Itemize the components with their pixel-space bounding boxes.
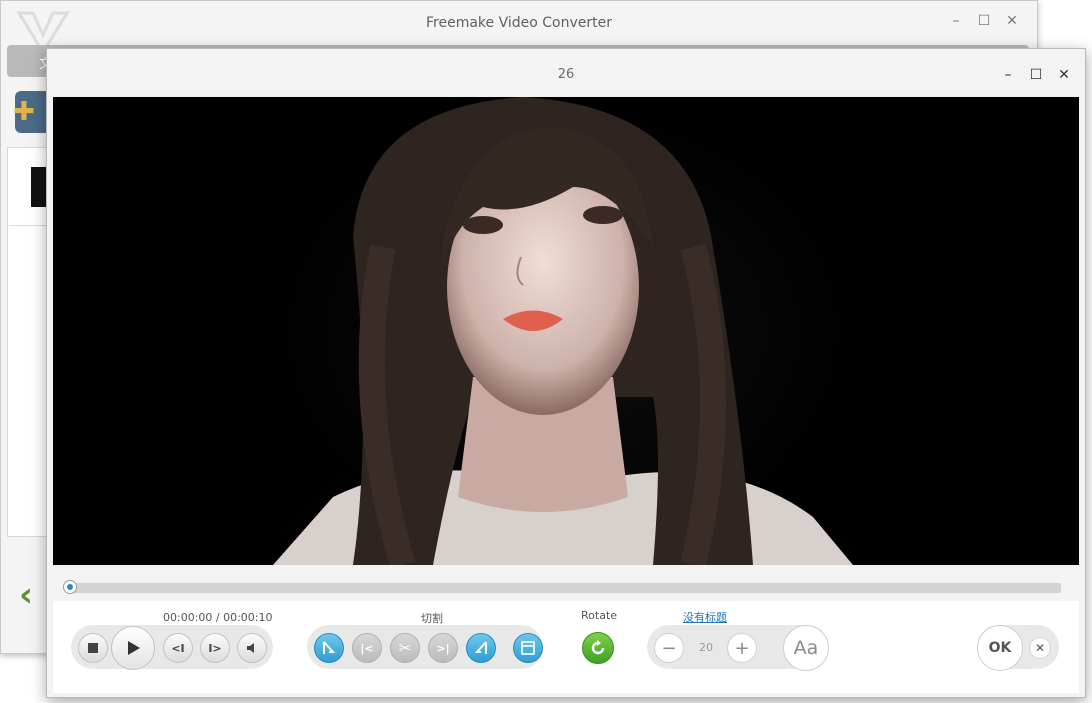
cut-icon: ✂ — [398, 639, 412, 657]
stop-icon — [88, 643, 98, 653]
prev-frame-icon: <I — [171, 641, 185, 655]
cut-label: 切割 — [421, 612, 443, 625]
go-end-icon: >| — [436, 641, 450, 655]
minimize-icon[interactable]: – — [1001, 67, 1015, 83]
volume-icon — [247, 643, 254, 653]
back-arrow-icon[interactable]: ‹ — [19, 575, 33, 615]
font-icon: Aa — [793, 637, 819, 659]
prev-frame-button[interactable]: <I — [163, 633, 193, 663]
video-preview[interactable] — [53, 97, 1079, 565]
stop-button[interactable] — [78, 633, 108, 663]
file-thumbnail[interactable] — [31, 167, 47, 207]
subtitle-size-value: 20 — [699, 641, 713, 654]
subtitle-link[interactable]: 没有标题 — [683, 609, 727, 625]
go-to-end-button[interactable]: >| — [428, 633, 458, 663]
video-editor-window: 26 – ☐ ✕ 00:00:00 / 00:00:10 切割 Rotate 没… — [46, 48, 1086, 698]
close-icon[interactable]: ✕ — [1005, 13, 1019, 29]
minus-icon: − — [661, 637, 677, 659]
cancel-button[interactable]: ✕ — [1029, 637, 1051, 659]
video-frame-image — [53, 97, 1079, 565]
play-button[interactable] — [111, 626, 155, 670]
minimize-icon[interactable]: – — [949, 13, 963, 29]
rotate-icon — [591, 640, 605, 655]
crop-frame-icon — [521, 641, 535, 655]
cut-button[interactable]: ✂ — [390, 633, 420, 663]
go-to-start-button[interactable]: |< — [352, 633, 382, 663]
close-icon: ✕ — [1034, 641, 1046, 655]
list-divider — [9, 225, 49, 226]
rotate-button[interactable] — [582, 632, 614, 664]
next-frame-button[interactable]: I> — [200, 633, 230, 663]
increase-size-button[interactable]: + — [727, 633, 757, 663]
ok-button[interactable]: OK — [977, 625, 1023, 671]
marker-end-icon — [474, 641, 487, 654]
mark-end-button[interactable] — [466, 633, 496, 663]
volume-button[interactable] — [237, 633, 267, 663]
marker-start-icon — [323, 641, 336, 654]
ok-label: OK — [988, 640, 1012, 656]
editor-title: 26 — [557, 67, 575, 82]
next-frame-icon: I> — [208, 641, 222, 655]
time-display: 00:00:00 / 00:00:10 — [163, 611, 273, 624]
crop-button[interactable] — [513, 633, 543, 663]
mark-start-button[interactable] — [314, 633, 344, 663]
timeline-handle[interactable] — [63, 580, 77, 594]
decrease-size-button[interactable]: − — [654, 633, 684, 663]
main-window-title: Freemake Video Converter — [426, 15, 612, 31]
rotate-label: Rotate — [581, 609, 618, 622]
add-icon: ✚ — [13, 97, 35, 127]
maximize-icon[interactable]: ☐ — [1029, 67, 1043, 83]
main-window-controls: – ☐ ✕ — [949, 13, 1019, 29]
maximize-icon[interactable]: ☐ — [977, 13, 991, 29]
timeline-slider[interactable] — [67, 583, 1061, 593]
go-start-icon: |< — [360, 641, 374, 655]
editor-window-controls: – ☐ ✕ — [1001, 67, 1071, 83]
play-icon — [128, 641, 140, 655]
close-icon[interactable]: ✕ — [1057, 67, 1071, 83]
font-button[interactable]: Aa — [783, 625, 829, 671]
plus-icon: + — [734, 637, 750, 659]
